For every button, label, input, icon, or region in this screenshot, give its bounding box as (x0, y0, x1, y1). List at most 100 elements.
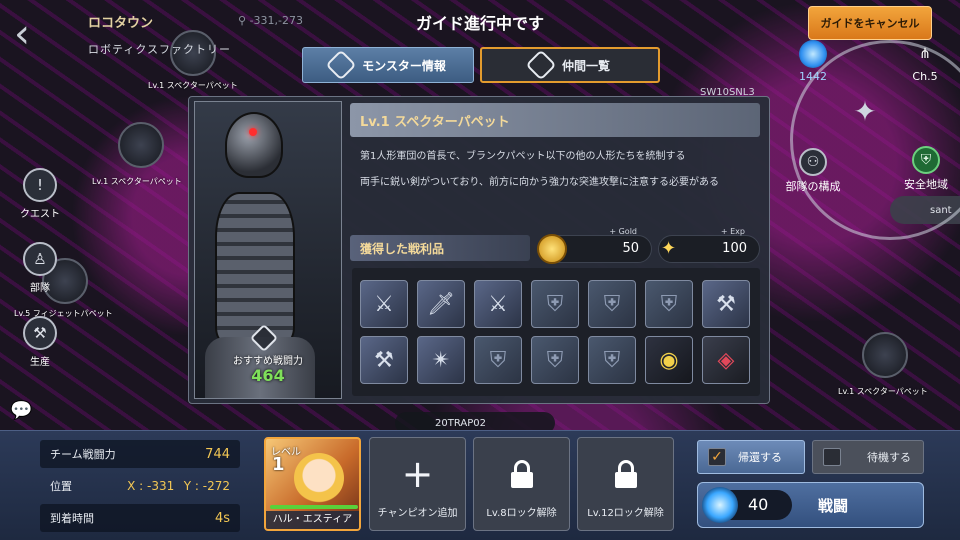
gold-value: 50 (622, 241, 639, 256)
channel-label: Ch.5 (912, 70, 938, 83)
armor-material-icon[interactable]: ⛨ (531, 336, 579, 384)
wait-toggle[interactable]: 待機する (812, 440, 924, 474)
monster-description-1: 第1人形軍団の首長で、ブランクパペット以下の他の人形たちを統制する (360, 151, 686, 162)
orb-icon (799, 40, 827, 68)
axe-weapon-icon[interactable]: ⚒ (702, 280, 750, 328)
gold-tag: + Gold (609, 227, 637, 236)
pin-icon: ⚲ (238, 14, 250, 27)
loot-grid: ⚔ 🗡 ⚔ ⛨ ⛨ ⛨ ⚒ ⚒ ✴ ⛨ ⛨ ⛨ ◉ ◈ (352, 268, 760, 396)
side-menu-production[interactable]: ⚒ 生産 (14, 316, 66, 368)
map-monster-label: Lv.1 スペクターパペット (838, 387, 928, 396)
locked-slot-lv8[interactable]: Lv.8ロック解除 (473, 437, 570, 531)
arrival-label: 到着時間 (50, 512, 94, 525)
chat-bubble-icon[interactable]: 💬 (10, 400, 32, 421)
armor-material-icon[interactable]: ⛨ (645, 280, 693, 328)
champion-card[interactable]: レベル 1 ハル・エスティア (264, 437, 361, 531)
exp-tag: + Exp (720, 227, 745, 236)
tab-label: 仲間一覧 (561, 58, 610, 73)
tab-monster-info[interactable]: モンスター情報 (302, 47, 474, 83)
map-monster-label: Lv.1 スペクターパペット (92, 177, 182, 186)
monster-description-2: 両手に鋭い剣がついており、前方に向かう強力な突進攻撃に注意する必要がある (360, 177, 719, 188)
spiked-blade-icon[interactable]: ✴ (417, 336, 465, 384)
checkbox-empty-icon (823, 448, 841, 466)
gold-reward: + Gold 50 (537, 227, 652, 264)
armor-material-icon[interactable]: ⛨ (531, 280, 579, 328)
monster-title: Lv.1 スペクターパペット (350, 103, 760, 137)
champion-portrait (294, 453, 344, 503)
safe-zone-label: 安全地域 (904, 178, 948, 191)
formation-label: 部隊の構成 (785, 180, 841, 193)
battle-cost: 40 (702, 487, 792, 523)
energy-orb-icon (702, 487, 738, 523)
add-champion-button[interactable]: + チャンピオン追加 (369, 437, 466, 531)
robot-core-red-icon[interactable]: ◈ (702, 336, 750, 384)
position-label: 位置 (50, 480, 72, 493)
return-label: 帰還する (738, 451, 782, 464)
plus-icon: + (401, 452, 434, 496)
tab-label: モンスター情報 (362, 58, 446, 73)
map-monster-node[interactable] (118, 122, 164, 168)
position-x: X : -331 (127, 479, 175, 493)
channel-icon: ⋔ (919, 46, 931, 62)
chevron-left-icon: ‹ (14, 11, 30, 57)
friends-emblem-icon (525, 49, 557, 81)
side-menu-quest[interactable]: ! クエスト (14, 168, 66, 220)
wait-label: 待機する (867, 451, 911, 464)
orb-count[interactable]: 1442 (790, 40, 836, 83)
map-monster-node[interactable] (862, 332, 908, 378)
exp-reward: ✦ + Exp 100 (658, 227, 760, 263)
orb-count-value: 1442 (799, 70, 827, 83)
tab-friends-list[interactable]: 仲間一覧 (480, 47, 660, 83)
gold-coin-icon (537, 234, 567, 264)
add-champion-label: チャンピオン追加 (377, 508, 458, 519)
map-monster-label: Lv.1 スペクターパペット (148, 81, 238, 90)
loot-heading: 獲得した戦利品 (350, 235, 530, 261)
sword-weapon-icon[interactable]: 🗡 (417, 280, 465, 328)
back-button[interactable]: ‹ (14, 14, 58, 58)
armor-material-icon[interactable]: ⛨ (588, 336, 636, 384)
party-icon: ♙ (23, 242, 57, 276)
battle-cost-value: 40 (748, 495, 769, 514)
location-name: ロコタウン (88, 16, 154, 31)
side-menu-party[interactable]: ♙ 部隊 (14, 242, 66, 294)
formation-icon: ⚇ (799, 148, 827, 176)
position-y: Y : -272 (183, 479, 230, 493)
arrival-value: 4s (214, 510, 230, 526)
cancel-guide-button[interactable]: ガイドをキャンセル (808, 6, 932, 40)
arrival-row: 到着時間 4s (40, 504, 240, 532)
armor-material-icon[interactable]: ⛨ (474, 336, 522, 384)
locked-slot-lv12[interactable]: Lv.12ロック解除 (577, 437, 674, 531)
lock-icon (510, 460, 533, 490)
side-menu-label: 部隊 (30, 283, 50, 294)
battle-button[interactable]: 40 戦闘 (697, 482, 924, 528)
return-toggle[interactable]: ✓ 帰還する (697, 440, 805, 474)
greatsword-weapon-icon[interactable]: ⚔ (474, 280, 522, 328)
axe-weapon-icon[interactable]: ⚒ (360, 336, 408, 384)
team-power-value: 744 (205, 446, 230, 462)
blade-weapon-icon[interactable]: ⚔ (360, 280, 408, 328)
team-power-row: チーム戦闘力 744 (40, 440, 240, 468)
compass-icon: ✦ (853, 95, 877, 128)
formation-button[interactable]: ⚇ 部隊の構成 (778, 148, 848, 194)
armor-material-icon[interactable]: ⛨ (588, 280, 636, 328)
shield-icon: ⛨ (912, 146, 940, 174)
team-power-label: チーム戦闘力 (50, 448, 116, 461)
monster-emblem-icon (325, 49, 357, 81)
robot-head (225, 112, 283, 178)
channel-button[interactable]: ⋔ Ch.5 (902, 40, 948, 83)
safe-zone-indicator[interactable]: ⛨ 安全地域 (896, 146, 956, 192)
exp-value: 100 (722, 241, 747, 256)
checkbox-checked-icon: ✓ (708, 448, 726, 466)
champion-level: 1 (272, 454, 285, 475)
robot-core-icon[interactable]: ◉ (645, 336, 693, 384)
champion-name: ハル・エスティア (266, 511, 359, 529)
position-row: 位置 X : -331 Y : -272 (40, 472, 240, 500)
recommended-power-label: おすすめ戦闘力 (233, 356, 303, 367)
side-menu-label: 生産 (30, 357, 50, 368)
production-icon: ⚒ (23, 316, 57, 350)
guide-status: ガイド進行中です (415, 14, 544, 33)
locked-slot-label: Lv.12ロック解除 (587, 508, 664, 519)
robot-body (215, 192, 295, 342)
recommended-power-value: 464 (251, 366, 285, 385)
battle-label: 戦闘 (818, 497, 849, 515)
